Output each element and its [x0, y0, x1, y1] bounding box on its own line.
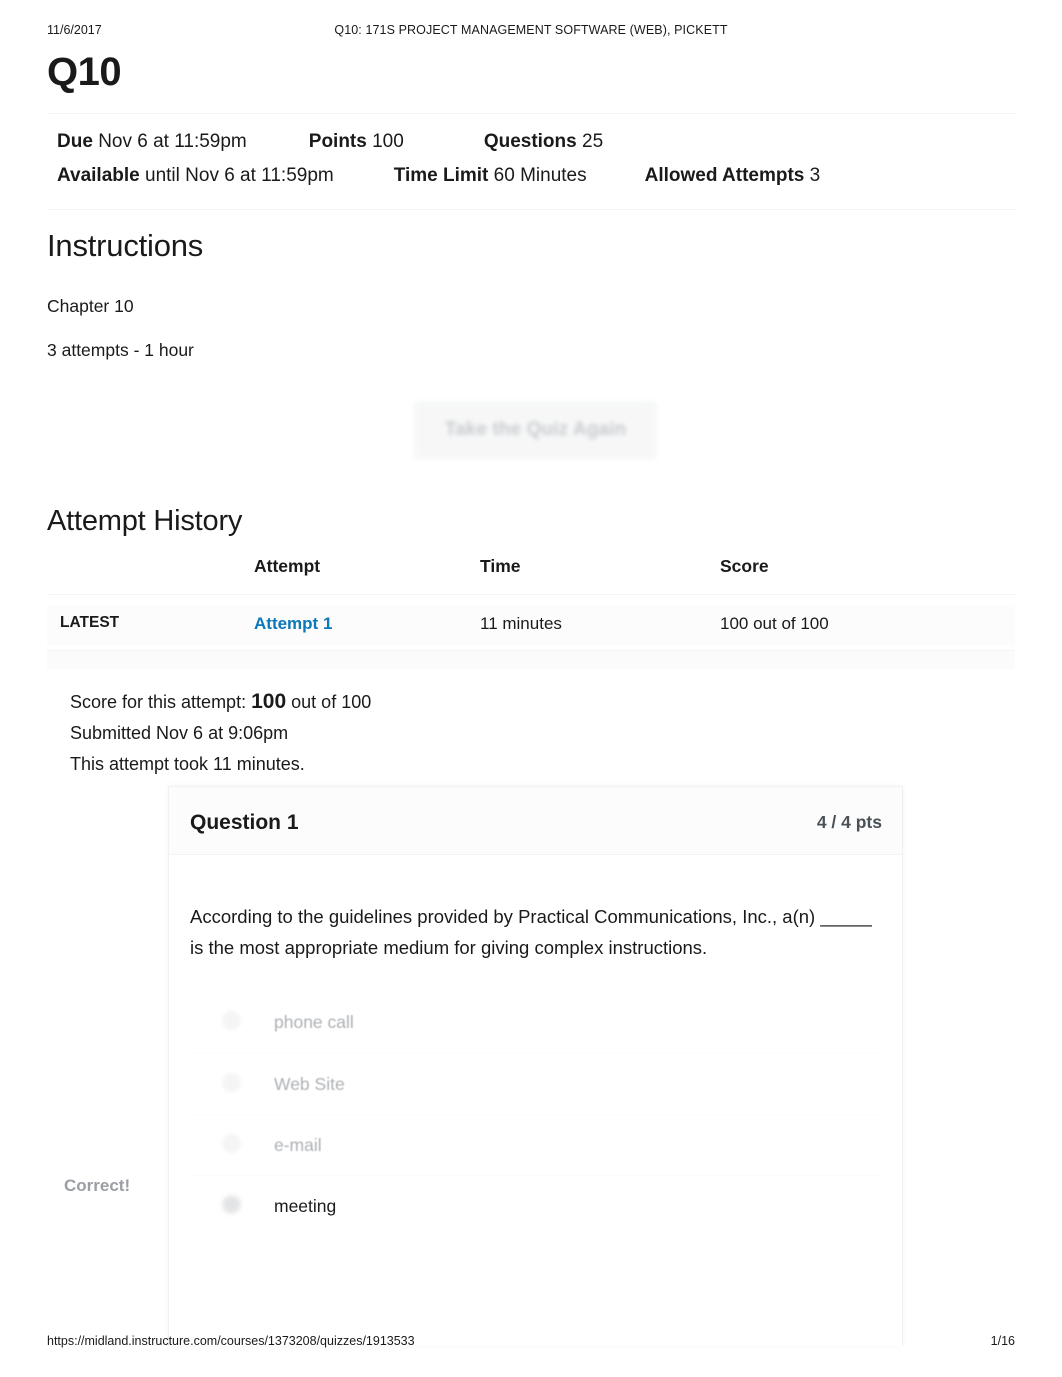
attempt-1-link[interactable]: Attempt 1	[254, 614, 332, 633]
due-item: Due Nov 6 at 11:59pm	[57, 125, 247, 159]
radio-button-selected-icon[interactable]	[222, 1195, 241, 1214]
questions-label: Questions	[483, 131, 577, 152]
question-text: According to the guidelines provided by …	[190, 906, 872, 958]
answer-option-1[interactable]: Web Site	[190, 1053, 882, 1114]
question-name: Question 1	[190, 811, 299, 834]
answer-label: e-mail	[274, 1134, 322, 1155]
answer-list: phone call Web Site e-mail meeting	[190, 992, 882, 1236]
duration-line: This attempt took 11 minutes.	[70, 754, 305, 774]
score-value: 100	[251, 690, 287, 713]
print-header: 11/6/2017 Q10: 171S PROJECT MANAGEMENT S…	[0, 23, 1062, 43]
allowed-attempts-item: Allowed Attempts 3	[645, 159, 821, 193]
submitted-line: Submitted Nov 6 at 9:06pm	[70, 723, 289, 743]
question-card-header: Question 1 4 / 4 pts	[169, 787, 902, 855]
score-suffix: out of 100	[291, 692, 372, 712]
attempt-history-body: LATEST Attempt 1 11 minutes 100 out of 1…	[47, 605, 1015, 645]
available-label: Available	[57, 165, 140, 186]
answer-option-3[interactable]: meeting	[190, 1175, 882, 1236]
answer-label: meeting	[274, 1195, 337, 1216]
available-value: until Nov 6 at 11:59pm	[145, 165, 334, 186]
time-limit-item: Time Limit 60 Minutes	[394, 159, 587, 193]
answer-label: Web Site	[274, 1073, 345, 1094]
header-divider-top	[47, 113, 1015, 114]
row-score-cell: 100 out of 100	[720, 614, 829, 633]
allowed-attempts-value: 3	[809, 165, 821, 186]
page-title: Q10	[47, 50, 122, 94]
quiz-meta-row-1: Due Nov 6 at 11:59pm Points 100 Questions …	[57, 125, 820, 159]
answer-option-2[interactable]: e-mail	[190, 1114, 882, 1175]
available-item: Available until Nov 6 at 11:59pm	[57, 159, 334, 193]
due-label: Due	[57, 131, 93, 152]
question-card: Question 1 4 / 4 pts According to the gu…	[168, 786, 903, 1346]
answer-label: phone call	[274, 1012, 354, 1032]
time-limit-value: 60 Minutes	[493, 165, 587, 186]
questions-value: 25	[582, 131, 604, 152]
attempt-history-table: Attempt Time Score	[47, 556, 1015, 594]
radio-button-icon[interactable]	[222, 1073, 241, 1092]
points-value: 100	[372, 131, 404, 152]
attempt-history-heading: Attempt History	[47, 505, 243, 537]
column-header-time: Time	[480, 556, 521, 576]
points-item: Points 100	[309, 125, 404, 159]
footer-page-number: 1/16	[990, 1334, 1015, 1348]
table-footer-band	[47, 651, 1015, 669]
instructions-heading: Instructions	[47, 228, 204, 263]
quiz-meta: Due Nov 6 at 11:59pm Points 100 Questions …	[57, 125, 820, 193]
column-header-attempt: Attempt	[254, 556, 321, 576]
column-header-score: Score	[720, 556, 769, 576]
points-label: Points	[308, 131, 367, 152]
instructions-line-2: 3 attempts - 1 hour	[47, 340, 194, 360]
row-time-cell: 11 minutes	[480, 614, 562, 633]
score-line: Score for this attempt: 100 out of 100	[70, 686, 371, 718]
question-card-body: According to the guidelines provided by …	[169, 855, 902, 1236]
due-value: Nov 6 at 11:59pm	[98, 131, 247, 152]
row-latest-flag: LATEST	[60, 614, 120, 631]
footer-url: https://midland.instructure.com/courses/…	[47, 1334, 415, 1348]
answer-option-0[interactable]: phone call	[190, 992, 882, 1053]
radio-button-icon[interactable]	[222, 1011, 241, 1030]
score-summary: Score for this attempt: 100 out of 100 S…	[70, 686, 371, 780]
print-footer: https://midland.instructure.com/courses/…	[0, 1334, 1062, 1354]
questions-item: Questions 25	[484, 125, 603, 159]
question-points: 4 / 4 pts	[816, 812, 882, 832]
instructions-line-1: Chapter 10	[47, 296, 134, 316]
header-divider-bottom	[47, 209, 1015, 210]
quiz-meta-row-2: Available until Nov 6 at 11:59pm Time Lim…	[57, 159, 820, 193]
take-quiz-again-button[interactable]: Take the Quiz Again	[414, 401, 657, 459]
table-header-row: Attempt Time Score	[47, 556, 1015, 594]
table-header-divider	[47, 594, 1015, 595]
row-attempt-cell: Attempt 1	[254, 605, 332, 634]
radio-button-icon[interactable]	[222, 1134, 241, 1153]
quiz-results-page: 11/6/2017 Q10: 171S PROJECT MANAGEMENT S…	[0, 0, 1062, 1377]
table-row: LATEST Attempt 1 11 minutes 100 out of 1…	[47, 605, 1015, 645]
take-quiz-again-button-wrapper[interactable]: Take the Quiz Again	[414, 401, 657, 459]
allowed-attempts-label: Allowed Attempts	[644, 165, 805, 186]
time-limit-label: Time Limit	[393, 165, 489, 186]
score-prefix: Score for this attempt:	[70, 692, 247, 712]
print-title: Q10: 171S PROJECT MANAGEMENT SOFTWARE (W…	[334, 23, 728, 37]
correct-label: Correct!	[64, 1176, 131, 1195]
